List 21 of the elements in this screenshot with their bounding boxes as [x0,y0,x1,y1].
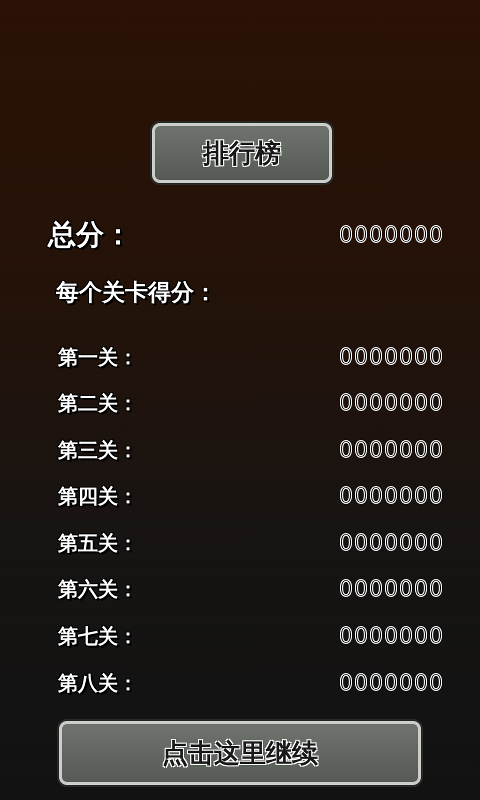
level-score: 0000000 [339,438,444,463]
section-heading: 每个关卡得分： [55,279,218,308]
level-label: 第一关： [58,344,138,370]
total-score-value: 0000000 [339,222,444,248]
leaderboard-button[interactable]: 排行榜 [152,123,332,183]
total-score-label: 总分： [48,217,132,253]
continue-button[interactable]: 点击这里继续 [59,721,421,786]
level-score: 0000000 [339,577,444,602]
level-label: 第四关： [58,483,138,510]
level-score: 0000000 [339,344,444,370]
level-score: 0000000 [339,670,444,696]
level-label: 第三关： [58,436,138,464]
level-label: 第八关： [58,670,138,697]
level-score: 0000000 [339,391,444,416]
level-score: 0000000 [339,484,444,510]
level-score: 0000000 [339,530,444,556]
level-label: 第七关： [58,623,138,650]
level-label: 第二关： [58,390,138,418]
level-label: 第五关： [58,530,138,557]
level-label: 第六关： [58,576,138,604]
level-score: 0000000 [339,624,444,650]
